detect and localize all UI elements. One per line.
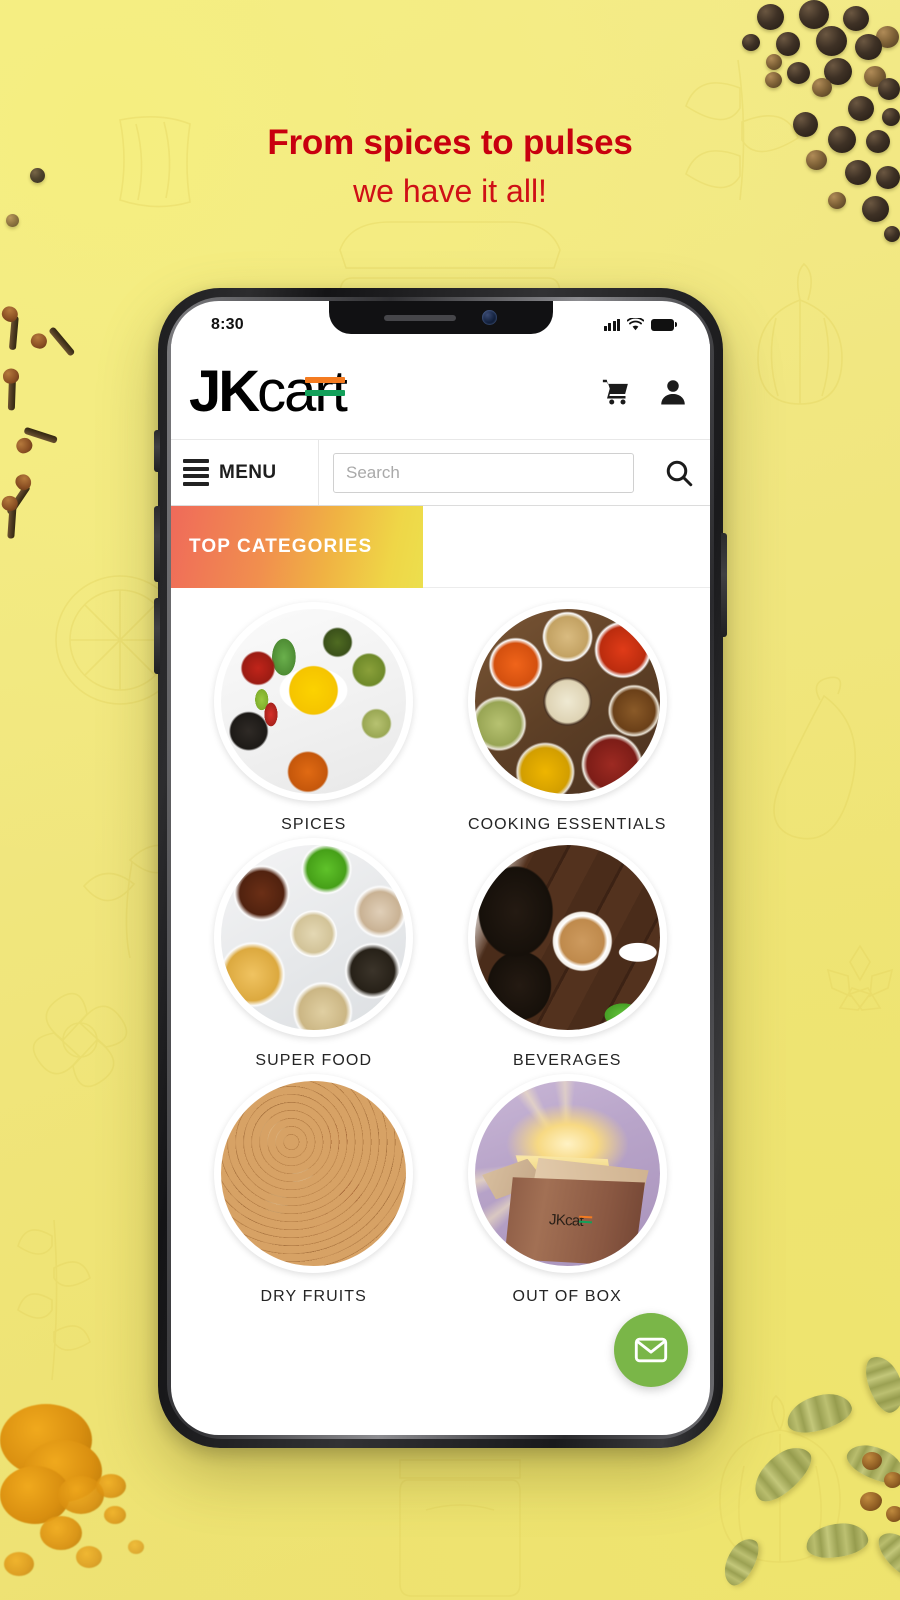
section-banner-row: TOP CATEGORIES	[171, 506, 710, 588]
phone-power-button[interactable]	[721, 533, 727, 637]
section-title: TOP CATEGORIES	[189, 536, 373, 557]
header-actions	[601, 377, 688, 407]
category-thumb	[467, 602, 667, 801]
phone-volume-down-button[interactable]	[154, 598, 160, 674]
status-bar-icons	[603, 318, 677, 331]
shopping-cart-icon[interactable]	[601, 377, 631, 407]
category-card-spices[interactable]: SPICES	[197, 602, 431, 834]
status-bar-time: 8:30	[211, 315, 244, 333]
user-account-icon[interactable]	[658, 377, 688, 407]
category-thumb	[214, 602, 414, 801]
logo-flag-r-icon: r	[305, 362, 346, 421]
status-bar: 8:30	[171, 301, 710, 344]
category-thumb	[467, 838, 667, 1037]
assorted-spices-image	[221, 609, 407, 794]
promo-headline-block: From spices to pulses we have it all!	[0, 122, 900, 215]
category-label: OUT OF BOX	[512, 1288, 622, 1305]
category-label: BEVERAGES	[512, 1052, 622, 1069]
category-label: SUPER FOOD	[255, 1052, 373, 1069]
category-card-beverages[interactable]: BEVERAGES	[451, 838, 685, 1070]
contact-fab-button[interactable]	[614, 1313, 688, 1387]
category-card-dry-fruits[interactable]: DRY FRUITS	[197, 1074, 431, 1306]
app-header: JKcart	[171, 344, 710, 440]
category-thumb	[214, 1074, 414, 1273]
promo-headline: From spices to pulses	[267, 123, 633, 162]
glowing-open-box-image: JKcat	[474, 1081, 660, 1266]
hamburger-menu-icon	[183, 459, 209, 486]
phone-mockup: 8:30 JKcart	[154, 288, 727, 1448]
cup-of-tea-image	[474, 845, 660, 1030]
promo-subheadline: we have it all!	[353, 173, 547, 210]
phone-volume-up-button[interactable]	[154, 506, 160, 582]
category-thumb	[214, 838, 414, 1037]
category-card-out-of-box[interactable]: JKcat OUT OF BOX	[451, 1074, 685, 1306]
search-input[interactable]	[333, 452, 634, 493]
cellular-signal-icon	[603, 318, 620, 331]
phone-screen: 8:30 JKcart	[171, 301, 710, 1435]
category-label: COOKING ESSENTIALS	[467, 816, 667, 833]
wifi-icon	[627, 318, 644, 331]
category-label: SPICES	[281, 816, 347, 833]
menu-button-label: MENU	[219, 461, 277, 483]
phone-silent-switch[interactable]	[154, 430, 160, 472]
logo-text-jk: JK	[189, 358, 260, 424]
menu-button[interactable]: MENU	[171, 440, 319, 505]
search-submit-button[interactable]	[648, 440, 710, 505]
search-field-wrapper	[319, 452, 648, 493]
category-grid: SPICES COOKING ESSENTIALS SUPER FOOD BEV…	[171, 588, 710, 1306]
grains-and-lentils-image	[474, 609, 660, 794]
menu-search-row: MENU	[171, 440, 710, 506]
battery-full-icon	[651, 318, 677, 331]
category-label: DRY FRUITS	[260, 1288, 367, 1305]
superfood-seeds-image	[221, 845, 407, 1030]
category-thumb: JKcat	[467, 1074, 667, 1273]
box-logo-text: JKcat	[548, 1211, 593, 1230]
envelope-icon	[634, 1337, 668, 1363]
category-card-super-food[interactable]: SUPER FOOD	[197, 838, 431, 1070]
search-icon	[666, 460, 693, 486]
mixed-nuts-image	[221, 1081, 407, 1266]
jkcart-logo[interactable]: JKcart	[185, 362, 348, 421]
top-categories-banner: TOP CATEGORIES	[171, 506, 423, 588]
category-card-cooking-essentials[interactable]: COOKING ESSENTIALS	[451, 602, 685, 834]
